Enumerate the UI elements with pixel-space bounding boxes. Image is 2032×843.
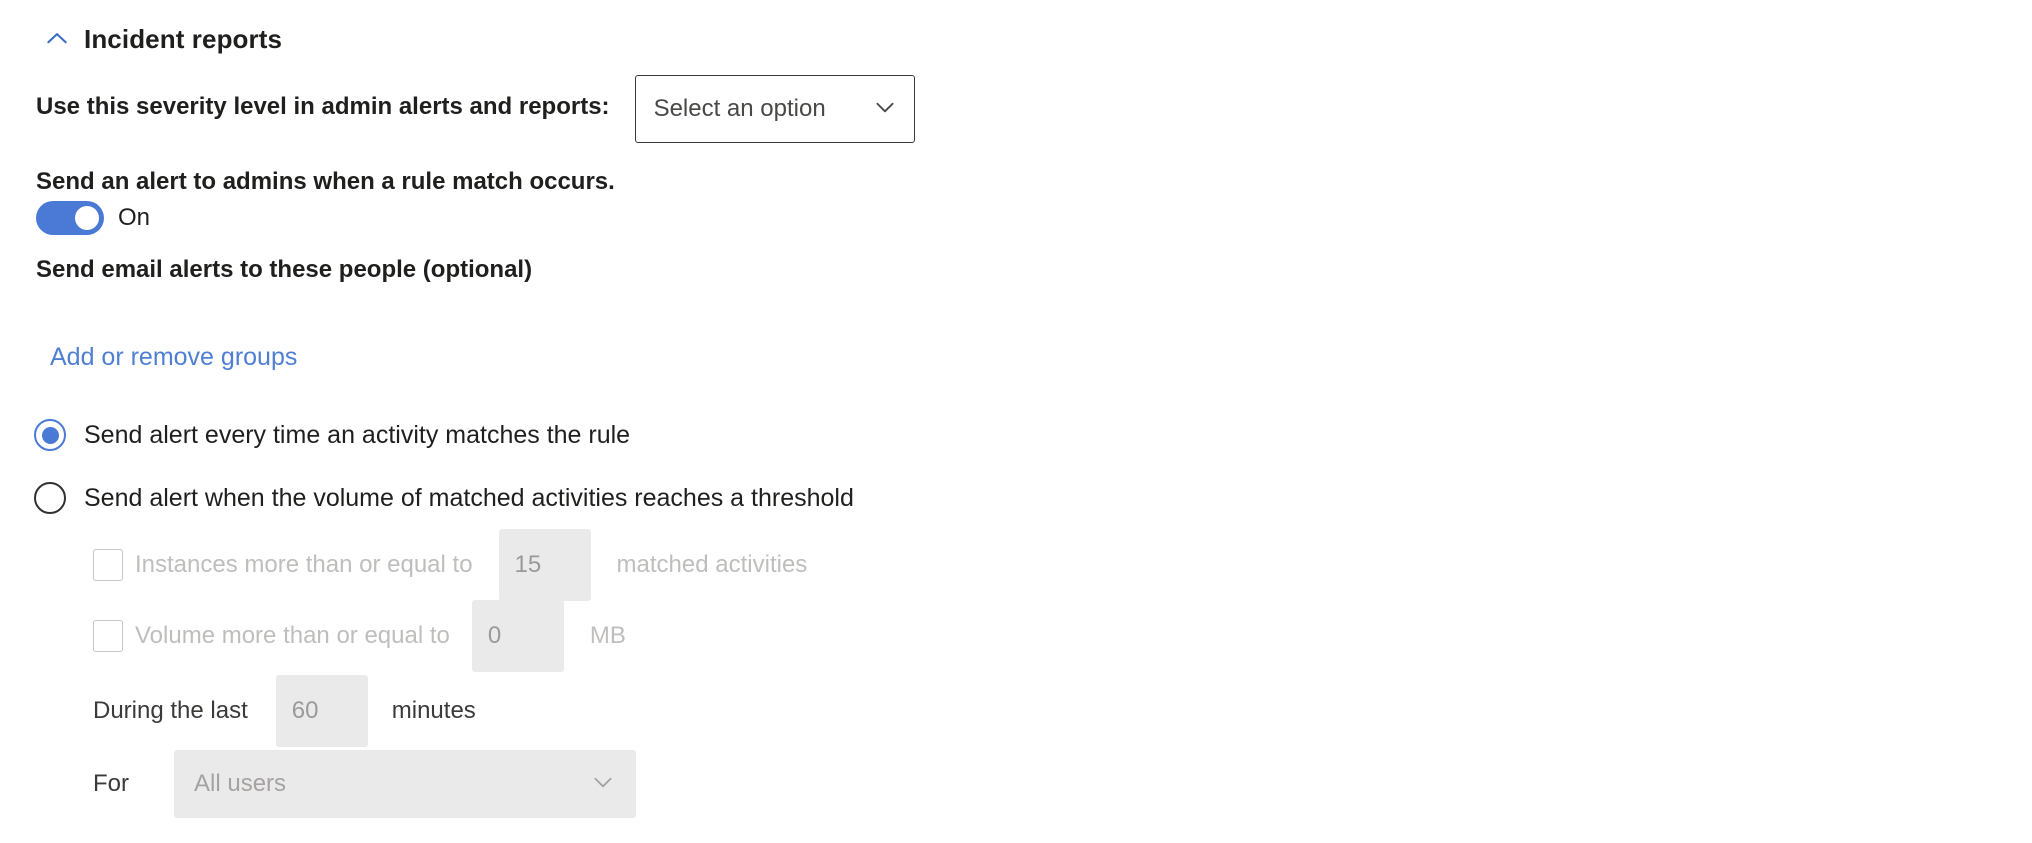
threshold-instances-input[interactable] (498, 529, 591, 601)
threshold-duration-row: During the last minutes (93, 675, 476, 747)
incident-reports-panel: Incident reports Use this severity level… (0, 0, 2032, 843)
admin-alert-toggle-row: On (36, 201, 150, 235)
chevron-down-icon (582, 769, 616, 800)
admin-alert-label: Send an alert to admins when a rule matc… (36, 168, 615, 195)
threshold-scope-row: For All users (93, 750, 636, 818)
radio-selected-icon (34, 419, 66, 451)
threshold-duration-label: During the last (93, 697, 248, 724)
checkbox-volume (93, 620, 123, 652)
threshold-scope-label: For (93, 770, 129, 797)
toggle-knob (75, 206, 99, 230)
chevron-up-icon[interactable] (44, 26, 70, 52)
admin-alert-toggle-state: On (118, 204, 151, 231)
severity-level-row: Use this severity level in admin alerts … (36, 75, 915, 143)
chevron-down-icon (864, 94, 898, 125)
threshold-volume-row: Volume more than or equal to MB (93, 600, 626, 672)
incident-reports-section-header[interactable]: Incident reports (44, 26, 282, 52)
radio-send-alert-threshold[interactable]: Send alert when the volume of matched ac… (34, 482, 854, 514)
radio-label-every-time: Send alert every time an activity matche… (84, 420, 631, 449)
radio-label-threshold: Send alert when the volume of matched ac… (84, 483, 854, 512)
threshold-volume-unit: MB (589, 622, 626, 649)
admin-alert-toggle[interactable] (36, 201, 104, 235)
threshold-instances-unit: matched activities (616, 551, 808, 578)
page-title: Incident reports (84, 24, 283, 54)
severity-level-selected-value: Select an option (653, 95, 826, 122)
severity-level-dropdown[interactable]: Select an option (634, 75, 915, 143)
threshold-instances-label: Instances more than or equal to (135, 551, 473, 578)
radio-unselected-icon (34, 482, 66, 514)
threshold-scope-selected-value: All users (194, 770, 287, 797)
threshold-volume-label: Volume more than or equal to (135, 622, 450, 649)
threshold-duration-unit: minutes (391, 697, 476, 724)
threshold-duration-input[interactable] (275, 675, 368, 747)
email-alerts-label: Send email alerts to these people (optio… (36, 256, 533, 283)
severity-level-label: Use this severity level in admin alerts … (36, 93, 610, 120)
threshold-instances-row: Instances more than or equal to matched … (93, 529, 807, 601)
add-or-remove-groups-link[interactable]: Add or remove groups (50, 345, 297, 370)
radio-send-alert-every-time[interactable]: Send alert every time an activity matche… (34, 419, 630, 451)
checkbox-instances (93, 549, 123, 581)
radio-dot (41, 426, 59, 444)
threshold-scope-dropdown[interactable]: All users (174, 750, 636, 818)
threshold-volume-input[interactable] (471, 600, 564, 672)
